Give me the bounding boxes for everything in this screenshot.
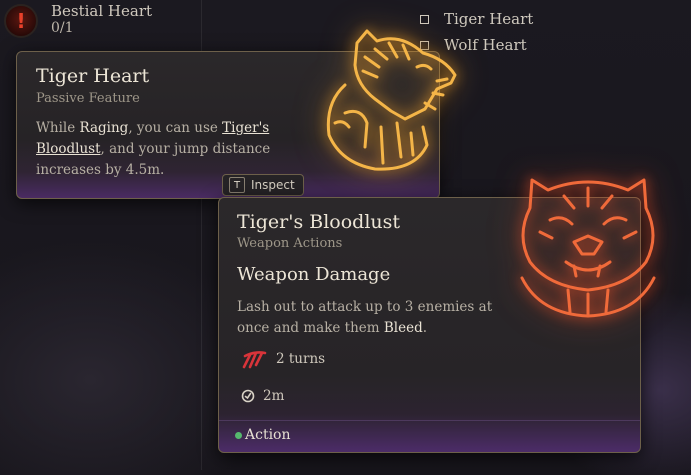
desc-text: Lash out to attack up to 3 enemies at on… xyxy=(237,299,493,336)
quest-title: Bestial Heart xyxy=(51,2,153,20)
tooltip-subtitle: Passive Feature xyxy=(36,91,140,106)
range-icon xyxy=(241,389,255,403)
range-row: 2m xyxy=(241,388,284,404)
desc-text: . xyxy=(422,320,428,336)
tooltip-subtitle: Weapon Actions xyxy=(237,236,343,251)
weapon-damage-heading: Weapon Damage xyxy=(237,264,391,285)
duration-value: 2 turns xyxy=(276,351,326,367)
keyword-bleed[interactable]: Bleed xyxy=(384,320,423,336)
alert-icon: ! xyxy=(4,4,38,38)
range-value: 2m xyxy=(263,388,285,404)
tooltip-title: Tiger's Bloodlust xyxy=(237,211,401,233)
keyword-raging[interactable]: Raging xyxy=(80,120,129,136)
tooltip-description: Lash out to attack up to 3 enemies at on… xyxy=(237,297,527,339)
tooltip-description: While Raging, you can use Tiger's Bloodl… xyxy=(36,118,286,181)
inspect-button[interactable]: T Inspect xyxy=(222,174,304,196)
action-cost: Action xyxy=(235,427,291,443)
action-cost-label: Action xyxy=(245,427,291,443)
quest-tracker[interactable]: ! Bestial Heart 0/1 xyxy=(0,0,200,50)
tiger-heart-icon xyxy=(326,29,457,171)
desc-text: , you can use xyxy=(128,120,223,136)
bleed-claw-icon xyxy=(242,351,267,369)
quest-progress: 0/1 xyxy=(51,20,74,36)
inspect-label: Inspect xyxy=(251,178,295,192)
action-dot-icon xyxy=(235,431,242,439)
duration-row: 2 turns xyxy=(241,349,325,369)
key-t-icon: T xyxy=(229,177,245,193)
tooltip-title: Tiger Heart xyxy=(36,65,150,87)
footer-divider xyxy=(219,420,640,421)
tigers-bloodlust-icon xyxy=(520,178,656,318)
desc-text: While xyxy=(36,120,80,136)
